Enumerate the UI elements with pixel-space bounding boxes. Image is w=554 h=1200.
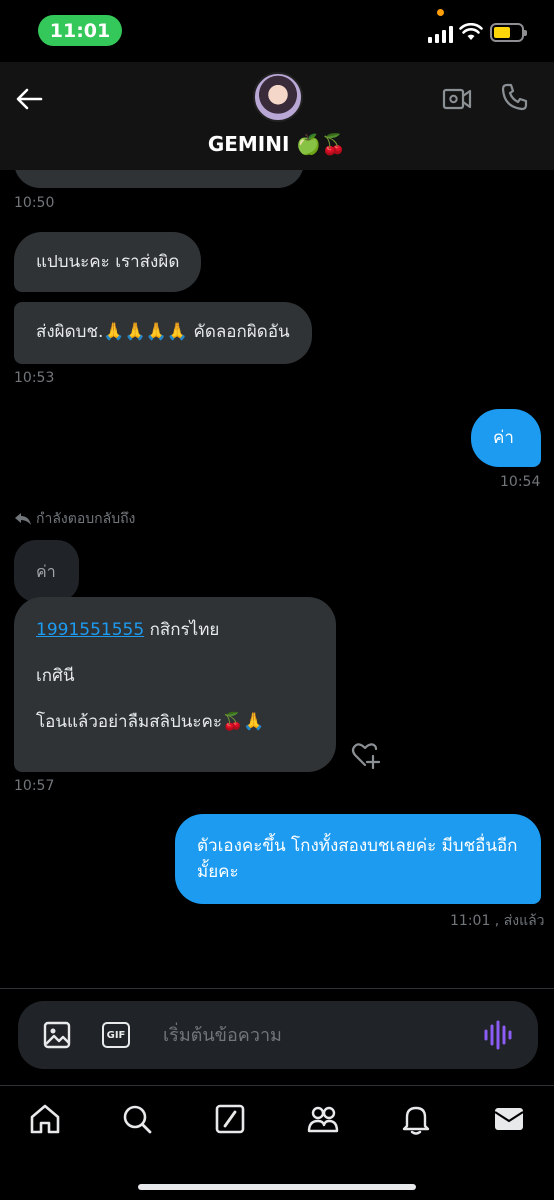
- incoming-message-account-details[interactable]: 1991551555 กสิกรไทย เกศินี โอนแล้วอย่าลื…: [14, 597, 336, 772]
- message-input[interactable]: [163, 1017, 463, 1053]
- conversation-header: GEMINI 🍏🍒: [0, 62, 554, 170]
- signal-icon: [428, 25, 453, 43]
- status-bar: 11:01: [0, 0, 554, 62]
- search-icon[interactable]: [120, 1102, 154, 1136]
- image-icon[interactable]: [43, 1021, 71, 1049]
- battery-icon: [490, 23, 527, 42]
- reply-context-label: กำลังตอบกลับถึง: [14, 508, 135, 530]
- timestamp: 10:53: [14, 370, 55, 386]
- status-time: 11:01: [38, 15, 122, 46]
- contact-name[interactable]: GEMINI 🍏🍒: [0, 132, 554, 156]
- account-number-link[interactable]: 1991551555: [36, 620, 144, 640]
- incoming-message[interactable]: แปบนะคะ เราส่งผิด: [14, 232, 202, 292]
- back-arrow-icon[interactable]: [14, 84, 44, 114]
- transfer-note: โอนแล้วอย่าลืมสลิปนะคะ🍒🙏: [36, 712, 265, 732]
- notifications-bell-icon[interactable]: [399, 1102, 433, 1136]
- privacy-indicator-dot: [437, 9, 444, 16]
- voice-message-waveform-icon[interactable]: [483, 1019, 513, 1051]
- outgoing-message[interactable]: ตัวเองคะขึ้น โกงทั้งสองบชเลยค่ะ มีบชอื่น…: [175, 814, 541, 904]
- message-composer: GIF: [18, 1001, 538, 1069]
- wifi-icon: [459, 23, 483, 40]
- home-indicator: [138, 1184, 416, 1190]
- gif-button[interactable]: GIF: [102, 1022, 130, 1048]
- home-icon[interactable]: [28, 1102, 62, 1136]
- communities-icon[interactable]: [306, 1102, 340, 1136]
- timestamp: 10:50: [14, 195, 55, 211]
- quoted-message[interactable]: ค่า: [14, 540, 79, 602]
- timestamp: 10:57: [14, 778, 55, 794]
- outgoing-message[interactable]: ค่า: [471, 409, 541, 467]
- reply-context-text: กำลังตอบกลับถึง: [36, 511, 136, 527]
- video-call-icon[interactable]: [442, 86, 472, 112]
- reply-arrow-icon: [15, 513, 31, 525]
- add-reaction-heart-icon[interactable]: [350, 740, 380, 770]
- timestamp-sent: 11:01 , ส่งแล้ว: [450, 913, 545, 929]
- bottom-navigation: [0, 1085, 554, 1200]
- account-holder-name: เกศินี: [36, 666, 75, 686]
- messages-mail-icon[interactable]: [492, 1102, 526, 1136]
- account-line: 1991551555 กสิกรไทย: [36, 617, 314, 643]
- incoming-message[interactable]: ส่งผิดบช.🙏🙏🙏🙏 คัดลอกผิดอัน: [14, 302, 312, 364]
- contact-avatar[interactable]: [253, 72, 303, 122]
- composer-divider: [0, 988, 554, 989]
- bank-name: กสิกรไทย: [144, 620, 220, 640]
- grok-icon[interactable]: [213, 1102, 247, 1136]
- phone-call-icon[interactable]: [500, 82, 530, 112]
- timestamp: 10:54: [500, 474, 541, 490]
